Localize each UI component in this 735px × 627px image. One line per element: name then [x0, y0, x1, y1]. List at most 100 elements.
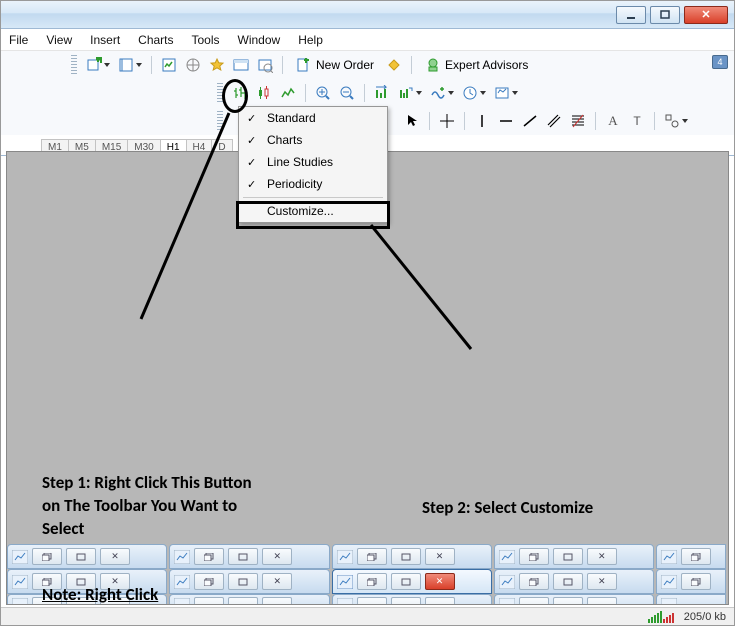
alerts-badge[interactable]: 4	[712, 55, 728, 69]
cursor-button[interactable]	[401, 110, 423, 132]
window-minimize-button[interactable]	[616, 6, 646, 24]
chart-tab[interactable]: ✕	[494, 544, 654, 569]
tab-close-icon[interactable]: ✕	[425, 573, 455, 590]
new-chart-button[interactable]	[83, 54, 113, 76]
chart-tab[interactable]: ✕	[169, 544, 329, 569]
tab-close-icon[interactable]: ✕	[262, 573, 292, 590]
menu-window[interactable]: Window	[238, 33, 281, 47]
context-item-charts[interactable]: ✓ Charts	[239, 129, 387, 151]
tab-maximize-icon[interactable]	[228, 573, 258, 590]
annotation-step-1: Step 1: Right Click This Button on The T…	[42, 472, 272, 541]
chart-tab[interactable]: ✕	[494, 569, 654, 594]
window-close-button[interactable]: ✕	[684, 6, 728, 24]
tab-close-icon[interactable]: ✕	[425, 548, 455, 565]
window-maximize-button[interactable]	[650, 6, 680, 24]
tab-restore-icon[interactable]	[194, 548, 224, 565]
vertical-line-icon	[474, 113, 490, 129]
chart-shift-button[interactable]	[395, 82, 425, 104]
chart-tab[interactable]: ✕	[169, 569, 329, 594]
context-item-standard[interactable]: ✓ Standard	[239, 107, 387, 129]
terminal-icon	[233, 57, 249, 73]
market-watch-button[interactable]	[158, 54, 180, 76]
chart-tab[interactable]	[494, 594, 654, 604]
chart-tab-icon	[337, 550, 353, 564]
menu-view[interactable]: View	[46, 33, 72, 47]
tab-close-icon[interactable]: ✕	[587, 573, 617, 590]
chart-tab[interactable]	[169, 594, 329, 604]
check-icon: ✓	[247, 112, 256, 125]
context-item-label: Line Studies	[267, 155, 333, 169]
text-label-button[interactable]: T	[626, 110, 648, 132]
tab-maximize-icon[interactable]	[391, 548, 421, 565]
equidistant-channel-button[interactable]	[543, 110, 565, 132]
menu-help[interactable]: Help	[298, 33, 323, 47]
terminal-button[interactable]	[230, 54, 252, 76]
chart-tab[interactable]: ✕	[7, 544, 167, 569]
candlestick-button[interactable]	[253, 82, 275, 104]
chart-tab[interactable]	[656, 569, 726, 594]
tab-restore-icon[interactable]	[194, 573, 224, 590]
chart-tab[interactable]	[656, 594, 726, 604]
new-order-button[interactable]: New Order	[289, 54, 381, 76]
tab-restore-icon[interactable]	[357, 573, 387, 590]
toolbar-grip[interactable]	[71, 55, 77, 75]
zoom-out-button[interactable]	[336, 82, 358, 104]
chart-tab[interactable]	[332, 594, 492, 604]
context-item-periodicity[interactable]: ✓ Periodicity	[239, 173, 387, 195]
menu-charts[interactable]: Charts	[138, 33, 173, 47]
strategy-tester-button[interactable]	[254, 54, 276, 76]
navigator-button[interactable]	[182, 54, 204, 76]
trendline-button[interactable]	[519, 110, 541, 132]
tab-restore-icon[interactable]	[681, 573, 711, 590]
tab-restore-icon[interactable]	[519, 573, 549, 590]
tab-restore-icon[interactable]	[519, 548, 549, 565]
menu-tools[interactable]: Tools	[192, 33, 220, 47]
chart-tab-icon	[337, 575, 353, 589]
tab-maximize-icon[interactable]	[391, 573, 421, 590]
tab-restore-icon[interactable]	[681, 548, 711, 565]
chart-tab-icon	[12, 550, 28, 564]
toolbar-grip-2[interactable]	[217, 83, 223, 103]
text-button[interactable]: A	[602, 110, 624, 132]
context-item-label: Charts	[267, 133, 302, 147]
profiles-icon	[118, 57, 134, 73]
tab-maximize-icon[interactable]	[553, 573, 583, 590]
templates-button[interactable]	[491, 82, 521, 104]
tab-restore-icon[interactable]	[32, 548, 62, 565]
context-item-customize[interactable]: Customize...	[239, 200, 387, 222]
tab-maximize-icon[interactable]	[553, 548, 583, 565]
line-chart-icon	[280, 85, 296, 101]
tab-maximize-icon[interactable]	[66, 548, 96, 565]
chart-tab-icon	[12, 575, 28, 589]
meta-quotes-button[interactable]	[383, 54, 405, 76]
arrows-button[interactable]	[661, 110, 691, 132]
bar-chart-button[interactable]	[229, 82, 251, 104]
context-item-line-studies[interactable]: ✓ Line Studies	[239, 151, 387, 173]
tab-close-icon[interactable]: ✕	[587, 548, 617, 565]
fibonacci-button[interactable]	[567, 110, 589, 132]
tab-close-icon[interactable]: ✕	[262, 548, 292, 565]
horizontal-line-icon	[498, 113, 514, 129]
expert-advisors-button[interactable]: Expert Advisors	[418, 54, 535, 76]
toolbar-grip-3[interactable]	[217, 111, 223, 131]
horizontal-line-button[interactable]	[495, 110, 517, 132]
chart-tab-active[interactable]: ✕	[332, 569, 492, 594]
chart-tab[interactable]: ✕	[332, 544, 492, 569]
vertical-line-button[interactable]	[471, 110, 493, 132]
periodicity-button[interactable]	[459, 82, 489, 104]
shapes-icon	[664, 113, 680, 129]
crosshair-button[interactable]	[436, 110, 458, 132]
tab-close-icon[interactable]: ✕	[100, 548, 130, 565]
chart-tab[interactable]	[656, 544, 726, 569]
auto-scroll-button[interactable]	[371, 82, 393, 104]
indicators-button[interactable]	[427, 82, 457, 104]
candlestick-icon	[256, 85, 272, 101]
menu-insert[interactable]: Insert	[90, 33, 120, 47]
line-chart-button[interactable]	[277, 82, 299, 104]
tab-restore-icon[interactable]	[357, 548, 387, 565]
zoom-in-button[interactable]	[312, 82, 334, 104]
menu-file[interactable]: File	[9, 33, 28, 47]
favorites-button[interactable]	[206, 54, 228, 76]
tab-maximize-icon[interactable]	[228, 548, 258, 565]
profiles-button[interactable]	[115, 54, 145, 76]
